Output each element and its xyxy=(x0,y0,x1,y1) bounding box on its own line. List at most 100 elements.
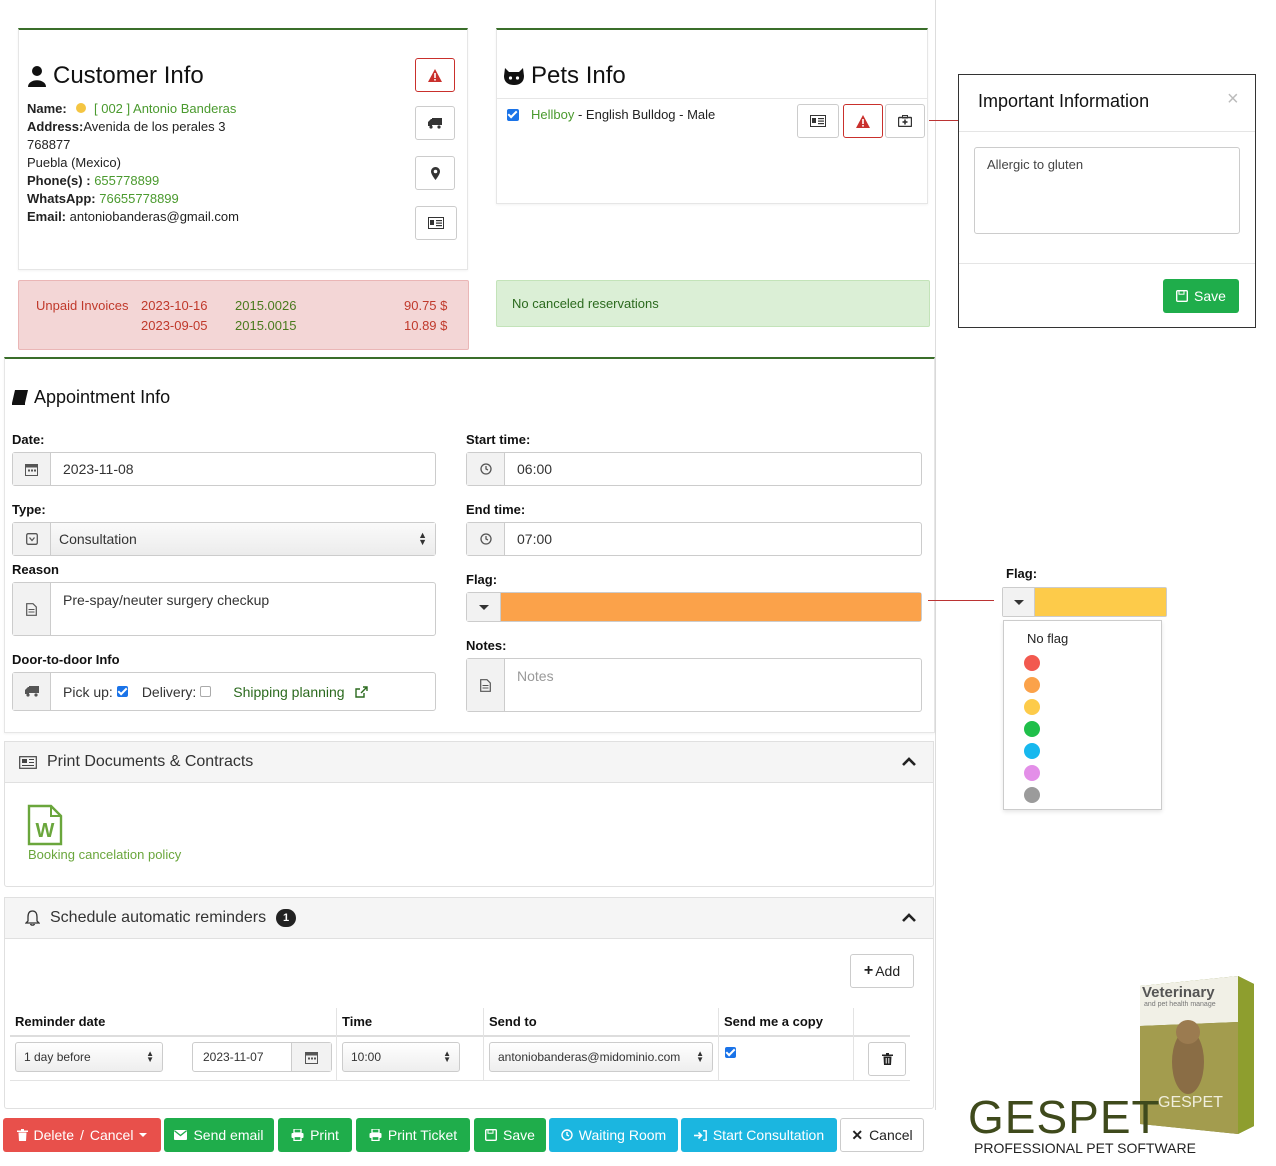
col-send-copy: Send me a copy xyxy=(724,1014,823,1029)
start-time-label: Start time: xyxy=(466,432,531,447)
printer-icon xyxy=(369,1129,382,1141)
pet-medical-button[interactable] xyxy=(885,104,925,138)
flag-color-option[interactable] xyxy=(1024,743,1040,759)
booking-policy-link[interactable]: Booking cancelation policy xyxy=(28,847,181,862)
customer-location-button[interactable] xyxy=(415,156,455,190)
reminders-count-badge: 1 xyxy=(276,909,297,927)
word-doc-icon[interactable]: W xyxy=(27,804,63,849)
chevron-up-icon[interactable] xyxy=(901,754,917,772)
bell-icon xyxy=(25,910,40,926)
save-label: Save xyxy=(1194,288,1226,304)
date-value: 2023-11-08 xyxy=(63,461,134,477)
reminder-email-select[interactable]: antoniobanderas@midominio.com ▲ ▼ xyxy=(489,1042,713,1072)
col-divider xyxy=(718,1008,719,1080)
flag-picker[interactable] xyxy=(466,592,922,622)
delivery-checkbox[interactable] xyxy=(200,686,212,697)
trash-icon xyxy=(881,1053,893,1065)
reminder-time-select[interactable]: 10:00 ▲ ▼ xyxy=(342,1042,460,1072)
add-reminder-button[interactable]: + Add xyxy=(850,954,914,988)
print-ticket-button[interactable]: Print Ticket xyxy=(356,1118,470,1152)
pickup-checkbox[interactable] xyxy=(116,686,128,697)
print-button[interactable]: Print xyxy=(278,1118,352,1152)
pet-details: - English Bulldog - Male xyxy=(574,107,716,122)
print-docs-header[interactable]: Print Documents & Contracts xyxy=(4,741,934,783)
cancel-label: Cancel xyxy=(869,1127,913,1143)
notes-placeholder: Notes xyxy=(517,668,554,684)
box-subtitle: and pet health manage xyxy=(1144,1001,1216,1008)
customer-delivery-button[interactable] xyxy=(415,106,455,140)
external-link-icon[interactable] xyxy=(354,685,368,698)
pet-checkbox[interactable] xyxy=(507,108,519,121)
delete-cancel-dropdown-button[interactable]: Delete / Cancel xyxy=(3,1118,161,1152)
truck-icon xyxy=(428,117,442,129)
reminders-header[interactable]: Schedule automatic reminders 1 xyxy=(4,897,934,939)
close-icon[interactable]: × xyxy=(1227,88,1239,111)
flag-color-option[interactable] xyxy=(1024,765,1040,781)
delivery-label: Delivery: xyxy=(141,683,197,700)
start-consultation-button[interactable]: Start Consultation xyxy=(681,1118,837,1152)
flag-popup-label: Flag: xyxy=(1006,566,1038,581)
table-row-divider xyxy=(10,1080,910,1081)
customer-name-link[interactable]: [ 002 ] Antonio Banderas xyxy=(94,101,236,116)
reminder-before-select[interactable]: 1 day before ▲ ▼ xyxy=(15,1042,163,1072)
select-arrows-icon: ▲ ▼ xyxy=(696,1049,704,1064)
pet-name-link[interactable]: Hellboy xyxy=(531,107,574,122)
pet-alert-button[interactable] xyxy=(843,104,883,138)
invoice-number-link[interactable]: 2015.0015 xyxy=(235,318,296,333)
reminder-date-input[interactable]: 2023-11-07 xyxy=(192,1042,332,1072)
type-label: Type: xyxy=(12,502,46,517)
delete-reminder-button[interactable] xyxy=(868,1042,906,1076)
invoice-number-link[interactable]: 2015.0026 xyxy=(235,298,296,313)
col-reminder-date: Reminder date xyxy=(15,1014,106,1029)
caret-down-icon xyxy=(478,604,489,610)
type-value: Consultation xyxy=(59,531,137,547)
customer-alert-button[interactable] xyxy=(415,58,455,92)
date-input[interactable]: 2023-11-08 xyxy=(12,452,436,486)
flag-color-option[interactable] xyxy=(1024,787,1040,803)
appointment-info-heading: Appointment Info xyxy=(12,387,170,408)
pets-info-title: Pets Info xyxy=(531,62,626,89)
phone-link[interactable]: 655778899 xyxy=(94,173,159,188)
send-email-button[interactable]: Send email xyxy=(164,1118,274,1152)
customer-info-heading: Customer Info xyxy=(27,62,204,90)
name-label: Name: xyxy=(27,101,67,116)
chevron-up-icon[interactable] xyxy=(901,910,917,928)
pets-info-heading: Pets Info xyxy=(503,62,626,90)
end-time-input[interactable]: 07:00 xyxy=(466,522,922,556)
waiting-room-button[interactable]: Waiting Room xyxy=(549,1118,678,1152)
warning-icon xyxy=(856,114,870,128)
email-label: Email: xyxy=(27,209,67,224)
customer-details: Name: [ 002 ] Antonio Banderas Address:A… xyxy=(27,100,239,226)
notes-textarea[interactable]: Notes xyxy=(466,658,922,712)
flag-color-option[interactable] xyxy=(1024,655,1040,671)
print-label: Print xyxy=(310,1127,339,1143)
pet-card-button[interactable] xyxy=(797,104,839,138)
pets-divider xyxy=(497,98,927,99)
important-save-button[interactable]: Save xyxy=(1163,279,1239,313)
delete-label: Delete xyxy=(33,1127,74,1143)
invoice-date: 2023-09-05 xyxy=(141,318,208,333)
trash-icon xyxy=(16,1129,28,1141)
start-consultation-label: Start Consultation xyxy=(712,1127,825,1143)
type-select[interactable]: Consultation ▲ ▼ xyxy=(12,522,436,556)
save-label: Save xyxy=(503,1127,535,1143)
whatsapp-link[interactable]: 76655778899 xyxy=(99,191,179,206)
flag-color-option[interactable] xyxy=(1024,721,1040,737)
reminders-title: Schedule automatic reminders xyxy=(50,909,267,926)
flag-popup-picker[interactable] xyxy=(1002,587,1167,617)
svg-text:W: W xyxy=(36,820,55,842)
reservations-alert: No canceled reservations xyxy=(496,280,930,327)
reason-textarea[interactable]: Pre-spay/neuter surgery checkup xyxy=(12,582,436,636)
start-time-input[interactable]: 06:00 xyxy=(466,452,922,486)
save-button[interactable]: Save xyxy=(474,1118,546,1152)
flag-dropdown: No flag xyxy=(1003,620,1162,810)
flag-color-option[interactable] xyxy=(1024,699,1040,715)
no-flag-option[interactable]: No flag xyxy=(1027,631,1068,646)
send-copy-checkbox[interactable] xyxy=(725,1047,736,1058)
cancel-button[interactable]: ✕ Cancel xyxy=(840,1118,924,1152)
select-arrows-icon: ▲ ▼ xyxy=(443,1049,451,1064)
important-info-textarea[interactable]: Allergic to gluten xyxy=(974,147,1240,234)
customer-card-button[interactable] xyxy=(415,206,457,240)
shipping-planning-link[interactable]: Shipping planning xyxy=(233,684,344,700)
flag-color-option[interactable] xyxy=(1024,677,1040,693)
